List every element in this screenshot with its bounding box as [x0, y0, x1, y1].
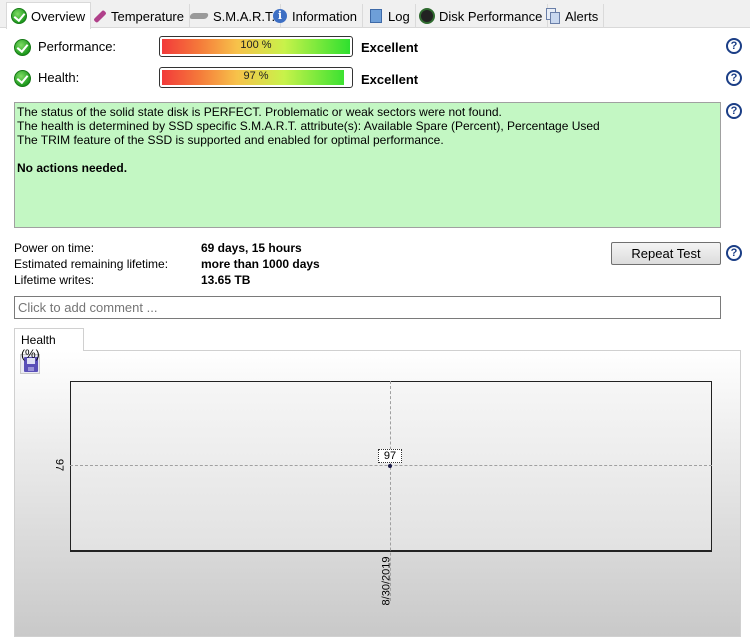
health-value: 97 %: [243, 70, 269, 82]
alerts-document-icon: [545, 8, 561, 24]
health-row: Health:: [14, 68, 79, 88]
tab-label: S.M.A.R.T.: [213, 8, 276, 24]
status-line: The status of the solid state disk is PE…: [17, 105, 502, 119]
repeat-test-button[interactable]: Repeat Test: [611, 242, 721, 265]
lifetime-writes-value: 13.65 TB: [201, 273, 251, 287]
remaining-lifetime-value: more than 1000 days: [201, 257, 320, 271]
data-point: [388, 464, 392, 468]
performance-value: 100 %: [240, 39, 272, 51]
tab-overview[interactable]: Overview: [6, 2, 92, 29]
tab-bar: Overview Temperature S.M.A.R.T. i Inform…: [0, 0, 750, 29]
performance-bar: 100 %: [159, 36, 353, 57]
thermometer-icon: [91, 8, 107, 24]
status-line: The health is determined by SSD specific…: [17, 119, 600, 133]
log-document-icon: [368, 8, 384, 24]
data-point-label: 97: [378, 449, 402, 463]
status-action: No actions needed.: [17, 161, 128, 175]
power-on-label: Power on time:: [14, 241, 95, 255]
tab-smart[interactable]: S.M.A.R.T.: [185, 4, 282, 28]
help-icon[interactable]: ?: [726, 38, 742, 54]
tab-label: Temperature: [111, 8, 184, 24]
performance-label: Performance:: [38, 39, 117, 54]
health-rating: Excellent: [361, 72, 419, 87]
y-tick-label: 97: [53, 458, 66, 472]
help-icon[interactable]: ?: [726, 103, 742, 119]
tab-disk-performance[interactable]: Disk Performance: [415, 4, 549, 28]
check-circle-icon: [14, 38, 31, 56]
tab-label: Overview: [31, 8, 86, 24]
check-circle-icon: [14, 69, 31, 87]
remaining-lifetime-label: Estimated remaining lifetime:: [14, 257, 169, 271]
tab-label: Disk Performance: [439, 8, 543, 24]
help-icon[interactable]: ?: [726, 245, 742, 261]
tab-alerts[interactable]: Alerts: [541, 4, 605, 28]
help-icon[interactable]: ?: [726, 70, 742, 86]
tab-label: Log: [388, 8, 410, 24]
tab-health-chart[interactable]: Health (%): [14, 328, 84, 361]
performance-row: Performance:: [14, 37, 116, 57]
comment-input[interactable]: [14, 296, 721, 319]
disk-icon: [188, 8, 210, 24]
check-circle-icon: [11, 8, 27, 24]
performance-rating: Excellent: [361, 40, 419, 55]
lifetime-writes-label: Lifetime writes:: [14, 273, 95, 287]
tab-temperature[interactable]: Temperature: [87, 4, 190, 28]
tab-information[interactable]: i Information: [268, 4, 364, 28]
status-line: The TRIM feature of the SSD is supported…: [17, 133, 444, 147]
tab-log[interactable]: Log: [364, 4, 416, 28]
x-tick-label: 8/30/2019: [380, 556, 393, 606]
info-icon: i: [272, 8, 288, 24]
power-on-value: 69 days, 15 hours: [201, 241, 302, 255]
health-label: Health:: [38, 70, 80, 85]
tab-label: Alerts: [565, 8, 599, 24]
gauge-icon: [419, 8, 435, 24]
tab-label: Information: [292, 8, 358, 24]
status-message-box: The status of the solid state disk is PE…: [14, 102, 721, 228]
health-bar: 97 %: [159, 67, 353, 88]
